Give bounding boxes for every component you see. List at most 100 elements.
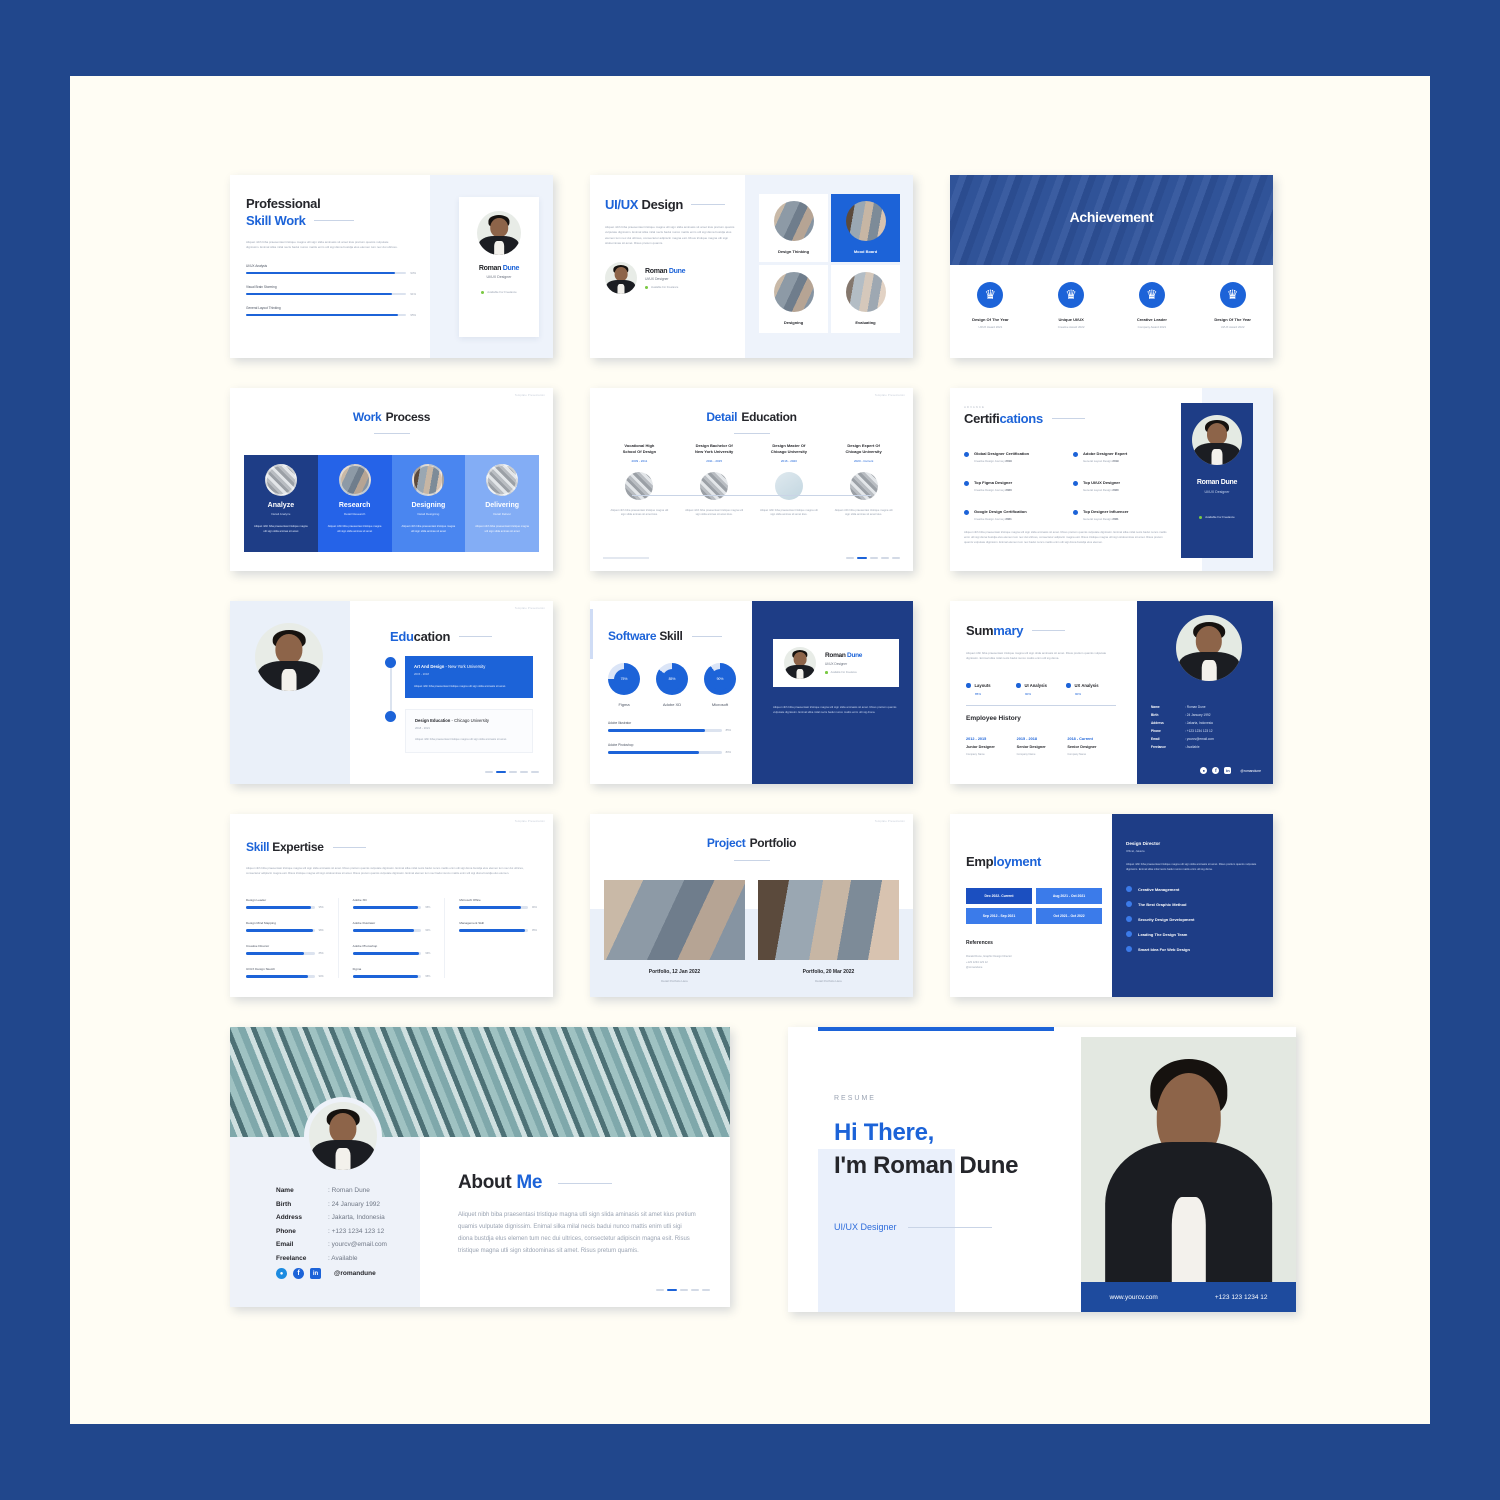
ring-microsoft[interactable]: 90% Microsoft (704, 663, 736, 707)
education-item[interactable]: Design Expert Of Chicago University 2020… (826, 443, 901, 518)
certification-item[interactable]: Top Figma Designer Creative Design Journ… (964, 480, 1065, 492)
slide-hi-there[interactable]: RESUME Hi There, I'm Roman Dune UI/UX De… (788, 1027, 1296, 1312)
bullet-dot-icon (1126, 946, 1132, 953)
page-title: Edu (390, 629, 414, 644)
page-title: Work (352, 410, 382, 424)
step-text: Aliquet nibh biba praesentasi tristique … (475, 525, 529, 533)
bullet-item[interactable]: Security Design Development (1126, 916, 1259, 923)
info-value: : Available (1185, 745, 1200, 749)
education-item[interactable]: Design Master Of Chicago University 2016… (752, 443, 827, 518)
process-step-research[interactable]: Research Detail Research Aliquet nibh bi… (317, 455, 392, 552)
history-item[interactable]: 2012 - 2015 Junior Designer Company Name (966, 737, 1017, 756)
certification-item[interactable]: Global Designer Certification Creative D… (964, 451, 1065, 463)
period-button[interactable]: Oct 2021 - Oct 2022 (1036, 908, 1102, 924)
achievement-title: Design Of The Year (972, 317, 1009, 322)
slide-software-skill[interactable]: Software Skill 75% Figma 85% Adobe XD 90… (590, 601, 913, 784)
achievement-item[interactable]: ♛ Design Of The Year UI/UX Award 2021 (950, 265, 1031, 358)
stat-layouts[interactable]: Layouts 85% (966, 683, 1016, 696)
certification-item[interactable]: Adobe Designer Expert General Layout Des… (1073, 451, 1174, 463)
edu-years: 2016 - 2020 (780, 458, 797, 463)
history-item[interactable]: 2015 - 2018 Senior Designer Company Name (1017, 737, 1068, 756)
period-button-active[interactable]: Dec 2022- Current (966, 888, 1032, 904)
stat-ux-analysis[interactable]: UX Analysis 90% (1066, 683, 1116, 696)
slide-certifications[interactable]: ADVANCE Certifications Global Designer C… (950, 388, 1273, 571)
skill-bar (246, 906, 315, 909)
slide-detail-education[interactable]: Template Presentation Detail Education V… (590, 388, 913, 571)
period-button[interactable]: Aug 2021 - Oct 2021 (1036, 888, 1102, 904)
cert-title: Google Design Certification (974, 509, 1027, 514)
linkedin-icon[interactable]: in (310, 1268, 321, 1279)
stat-value: 90% (1075, 692, 1082, 696)
slide-pagination[interactable] (656, 1289, 710, 1291)
slides-grid: Professional Skill Work Aliquet nibh bib… (230, 175, 1296, 1342)
slide-skill-expertise[interactable]: Template Presentation Skill Expertise Al… (230, 814, 553, 997)
bullet-dot-icon (964, 481, 969, 486)
cert-title: Adobe Designer Expert (1083, 451, 1128, 456)
design-card-mood-board[interactable]: Mood Board (831, 194, 900, 262)
process-step-designing[interactable]: Designing Detail Designing Aliquet nibh … (391, 455, 466, 552)
facebook-icon[interactable]: f (1212, 767, 1220, 774)
slide-achievement[interactable]: Achievement ♛ Design Of The Year UI/UX A… (950, 175, 1273, 358)
slide-work-process[interactable]: Template Presentation Work Process Analy… (230, 388, 553, 571)
twitter-icon[interactable]: ● (1200, 767, 1208, 774)
slide-about-me[interactable]: Name: Roman Dune Birth: 24 January 1992 … (230, 1027, 730, 1307)
timeline-dot-icon (385, 657, 396, 668)
info-value: : 24 January 1992 (1185, 713, 1211, 717)
portfolio-item[interactable]: Portfolio, 12 Jan 2022 Detail Portfolio … (604, 880, 745, 983)
headline-line1: Hi There, (834, 1119, 934, 1146)
design-card-evaluating[interactable]: Evaluating (831, 265, 900, 333)
history-role: Junior Designer (966, 745, 995, 749)
ring-chart: 75% (608, 663, 640, 695)
period-button[interactable]: Sep 2012 - Sep 2021 (966, 908, 1032, 924)
facebook-icon[interactable]: f (293, 1268, 304, 1279)
certification-item[interactable]: Top UI/UX Designer General Layout Design… (1073, 480, 1174, 492)
page-title: UI/UX Design (605, 197, 684, 212)
process-step-analyze[interactable]: Analyze Detail Analyze Aliquet nibh biba… (244, 455, 318, 552)
watermark: Template Presentation (514, 820, 545, 823)
step-title: Research (338, 502, 371, 509)
education-item[interactable]: Vocational High School Of Design 2009 - … (602, 443, 677, 518)
slide-pagination[interactable] (485, 771, 539, 773)
social-links[interactable]: ● f in @romandune (1200, 767, 1261, 774)
achievement-item[interactable]: ♛ Design Of The Year UI/UX Award 2022 (1192, 265, 1273, 358)
info-value: : 24 January 1992 (328, 1200, 381, 1208)
slide-employment[interactable]: Employment Dec 2022- Current Aug 2021 - … (950, 814, 1273, 997)
info-row: Freelance: Available (1151, 745, 1261, 749)
skill-label: General Layout Thinking (246, 306, 281, 311)
bullet-item[interactable]: Leading The Design Team (1126, 931, 1259, 938)
slide-project-portfolio[interactable]: Template Presentation Project Portfolio … (590, 814, 913, 997)
ring-adobe-xd[interactable]: 85% Adobe XD (656, 663, 688, 707)
education-entry-active[interactable]: Art And Design - New York University 201… (405, 656, 533, 698)
education-entry[interactable]: Design Education - Chicago University 20… (405, 709, 533, 753)
twitter-icon[interactable]: ● (276, 1268, 287, 1279)
footer-phone: +123 123 1234 12 (1214, 1293, 1268, 1301)
achievement-item[interactable]: ♛ Unique UI/UX Creative Award 2022 (1031, 265, 1112, 358)
ring-figma[interactable]: 75% Figma (608, 663, 640, 707)
skill-bar (608, 729, 722, 732)
design-card-designing[interactable]: Designing (759, 265, 828, 333)
education-item[interactable]: Design Bachelor Of New York University 2… (677, 443, 752, 518)
process-step-delivering[interactable]: Delivering Detail Deliver Aliquet nibh b… (465, 455, 539, 552)
portfolio-item[interactable]: Portfolio, 20 Mar 2022 Detail Portfolio … (758, 880, 899, 983)
slide-professional-skill-work[interactable]: Professional Skill Work Aliquet nibh bib… (230, 175, 553, 358)
slide-pagination[interactable] (846, 557, 900, 559)
social-links[interactable]: ● f in @romandune (276, 1268, 376, 1279)
bullet-item[interactable]: Smart Idea For Web Design (1126, 946, 1259, 953)
step-sub: Detail Research (343, 512, 366, 516)
linkedin-icon[interactable]: in (1224, 767, 1232, 774)
certification-item[interactable]: Top Designer Influencer General Layout D… (1073, 509, 1174, 521)
history-item[interactable]: 2018 - Current Senior Designer Company N… (1067, 737, 1118, 756)
cert-sub: General Layout Design 2019 (1083, 459, 1119, 463)
slide-summary[interactable]: Summary Aliquet nibh biba praesentasi tr… (950, 601, 1273, 784)
certification-item[interactable]: Google Design Certification Creative Des… (964, 509, 1065, 521)
design-card-design-thinking[interactable]: Design Thinking (759, 194, 828, 262)
page-title: Achievement (1069, 209, 1154, 225)
bullet-item[interactable]: The Best Graphic Method (1126, 901, 1259, 908)
slide-education[interactable]: Template Presentation Roman Dune UI/UX D… (230, 601, 553, 784)
stat-ui-analysis[interactable]: UI Analysis 90% (1016, 683, 1066, 696)
achievement-item[interactable]: ♛ Creative Leader Company Award 2021 (1112, 265, 1193, 358)
bullet-item[interactable]: Creative Management (1126, 886, 1259, 893)
page-title: Sum (966, 623, 994, 638)
slide-uiux-design[interactable]: UI/UX Design Aliquet nibh biba praesenta… (590, 175, 913, 358)
cert-sub: Creative Design Journey 2021 (974, 517, 1012, 521)
